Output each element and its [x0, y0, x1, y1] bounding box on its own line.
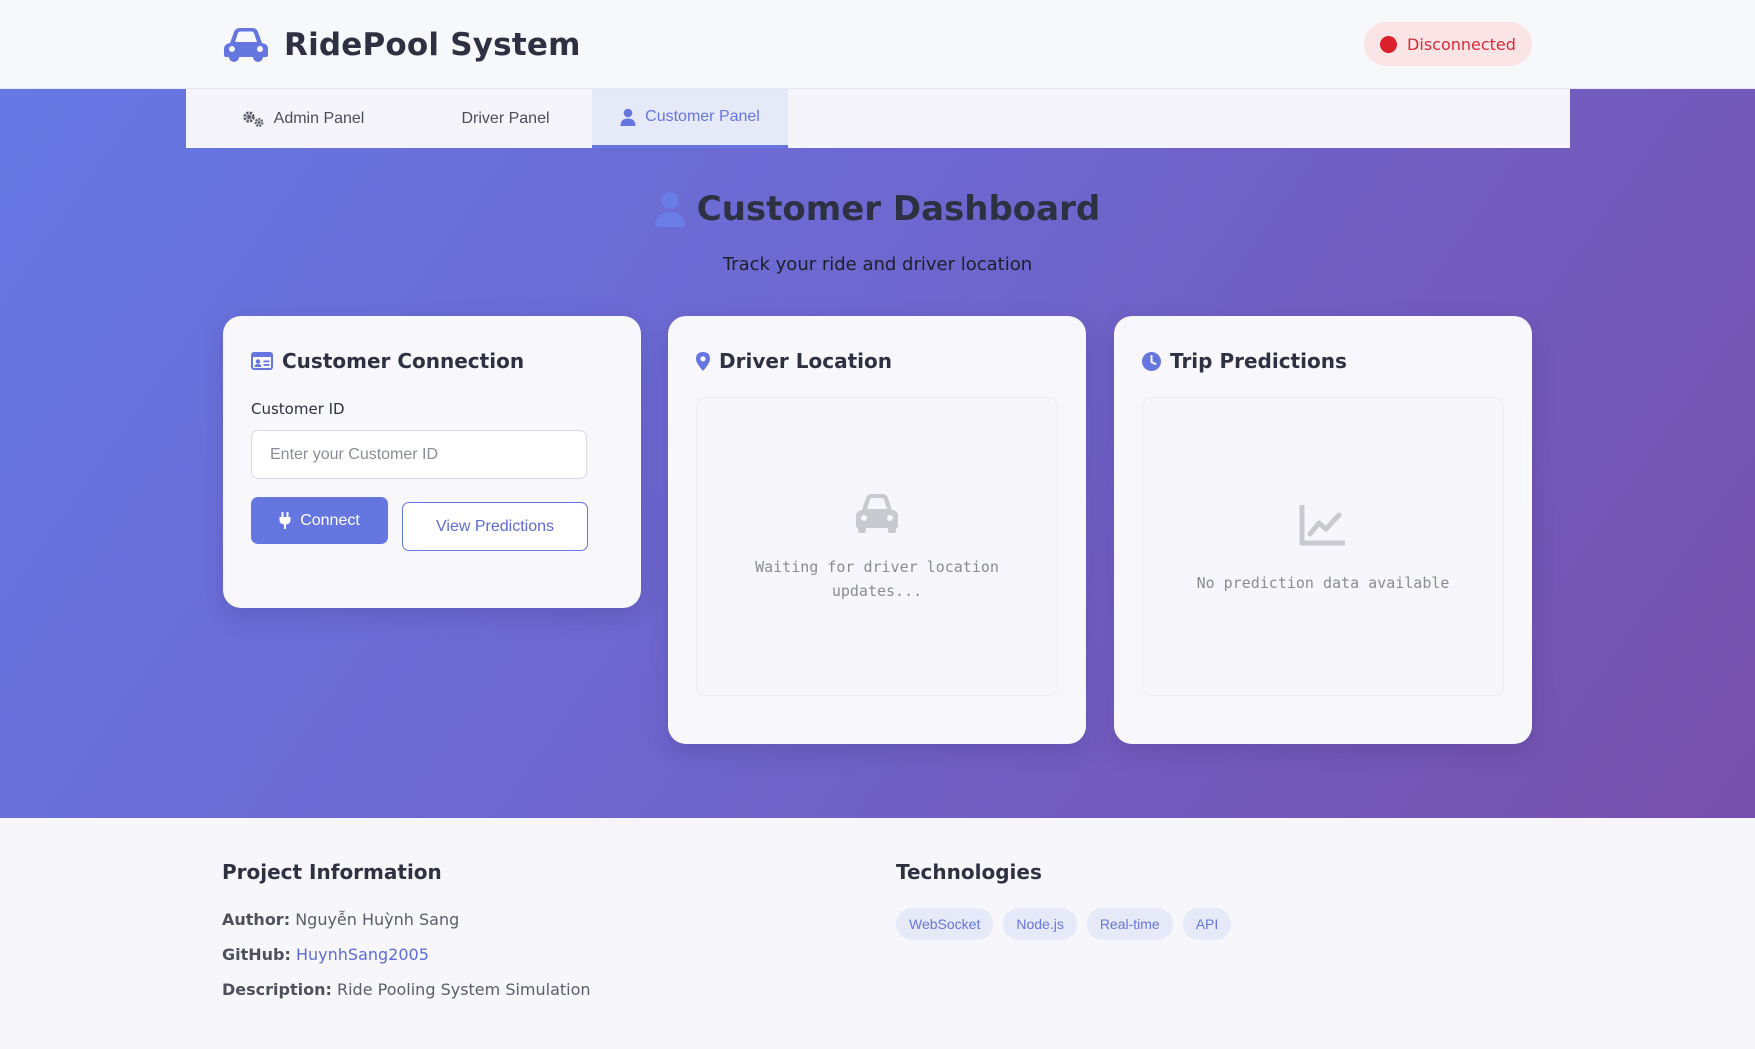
- author-value: Nguyễn Huỳnh Sang: [295, 910, 460, 929]
- customer-id-input[interactable]: [251, 430, 587, 479]
- description-value: Ride Pooling System Simulation: [336, 980, 591, 999]
- app-header: RidePool System Disconnected: [0, 0, 1755, 89]
- connection-status-badge: Disconnected: [1364, 22, 1532, 66]
- trip-predictions-card: Trip Predictions No prediction data avai…: [1114, 316, 1532, 744]
- customer-connection-card: Customer Connection Customer ID Connect …: [223, 316, 641, 608]
- card-header: Driver Location: [696, 349, 892, 373]
- clock-icon: [1142, 351, 1161, 371]
- tech-tag: Node.js: [1003, 908, 1077, 940]
- user-icon: [654, 192, 685, 227]
- tech-tag: Real-time: [1086, 908, 1173, 940]
- status-text: Disconnected: [1407, 34, 1516, 54]
- description-line: Description: Ride Pooling System Simulat…: [222, 980, 591, 999]
- main-content: Admin Panel Driver Panel Customer Panel …: [0, 89, 1755, 818]
- page-footer: Project Information Author: Nguyễn Huỳnh…: [0, 818, 1755, 1049]
- card-header: Customer Connection: [251, 349, 524, 373]
- plug-icon: [279, 512, 291, 529]
- predictions-panel: No prediction data available: [1142, 397, 1504, 696]
- project-info-heading: Project Information: [222, 860, 442, 884]
- brand: RidePool System: [222, 24, 581, 66]
- id-card-icon: [251, 352, 273, 370]
- empty-state-text: Waiting for driver location updates...: [755, 558, 999, 600]
- panel-tabs: Admin Panel Driver Panel Customer Panel: [186, 89, 1570, 148]
- page-title: Customer Dashboard: [696, 189, 1101, 229]
- tech-tag: API: [1182, 908, 1232, 940]
- status-dot-icon: [1380, 35, 1398, 53]
- tab-driver-panel[interactable]: Driver Panel: [419, 89, 592, 148]
- map-pin-icon: [696, 351, 710, 371]
- driver-location-panel: Waiting for driver location updates...: [696, 397, 1058, 696]
- car-icon: [224, 28, 268, 62]
- author-label: Author:: [222, 910, 291, 929]
- tech-tag: WebSocket: [896, 908, 994, 940]
- description-label: Description:: [222, 980, 332, 999]
- driver-location-card: Driver Location Waiting for driver locat…: [668, 316, 1086, 744]
- tab-customer-panel[interactable]: Customer Panel: [592, 89, 788, 148]
- connect-label: Connect: [300, 511, 360, 529]
- author-line: Author: Nguyễn Huỳnh Sang: [222, 910, 459, 929]
- view-predictions-button[interactable]: View Predictions: [402, 502, 588, 551]
- app-title: RidePool System: [284, 27, 581, 63]
- card-title: Trip Predictions: [1170, 349, 1347, 373]
- technologies-heading: Technologies: [896, 860, 1042, 884]
- technology-tags: WebSocket Node.js Real-time API: [896, 908, 1232, 940]
- car-icon: [856, 494, 898, 533]
- user-icon: [620, 108, 636, 126]
- gears-icon: [242, 110, 264, 127]
- tab-admin-panel[interactable]: Admin Panel: [186, 89, 419, 148]
- card-title: Customer Connection: [282, 349, 525, 373]
- empty-state-text: No prediction data available: [1196, 574, 1450, 592]
- empty-state: No prediction data available: [1143, 504, 1503, 595]
- page-subtitle: Track your ride and driver location: [722, 254, 1033, 275]
- customer-id-label: Customer ID: [251, 400, 345, 418]
- tab-label: Admin Panel: [273, 109, 365, 127]
- github-link[interactable]: HuynhSang2005: [296, 945, 429, 964]
- github-line: GitHub: HuynhSang2005: [222, 945, 429, 964]
- github-label: GitHub:: [222, 945, 291, 964]
- card-title: Driver Location: [719, 349, 892, 373]
- dashboard-heading: Customer Dashboard: [0, 189, 1755, 229]
- tab-label: Customer Panel: [645, 108, 760, 125]
- card-header: Trip Predictions: [1142, 349, 1347, 373]
- connect-button[interactable]: Connect: [251, 497, 388, 544]
- tab-label: Driver Panel: [461, 109, 550, 127]
- empty-state: Waiting for driver location updates...: [697, 492, 1057, 603]
- chart-line-icon: [1299, 505, 1345, 546]
